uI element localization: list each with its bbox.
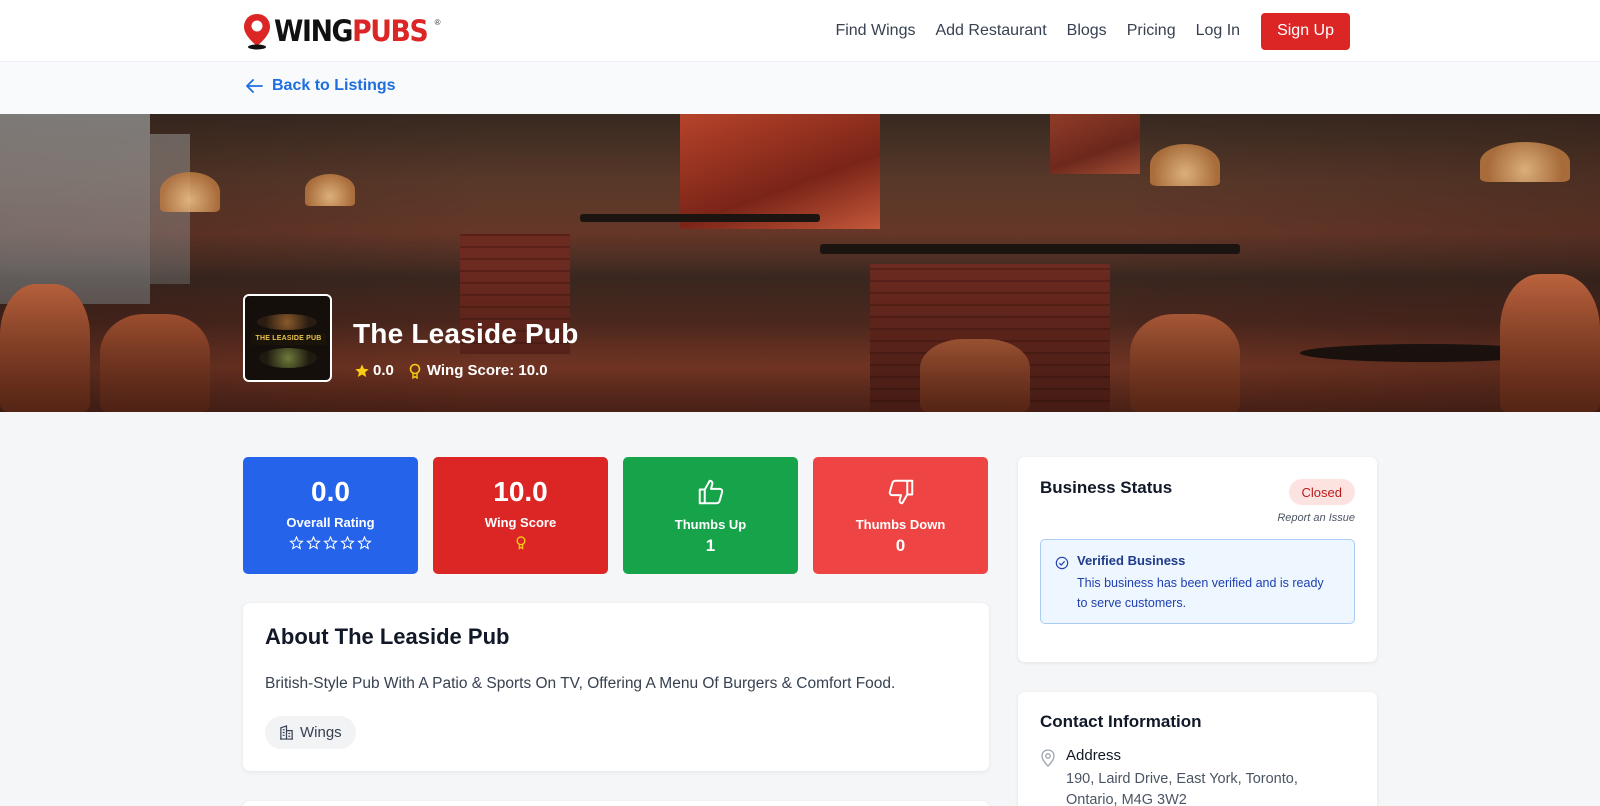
wing-score-award [433,535,608,550]
thumbs-up-count: 1 [705,536,716,555]
status-badge: Closed [1288,479,1355,505]
star-outline-icon [289,535,304,550]
star-icon [355,363,369,377]
hero-rating-value: 0.0 [373,362,394,379]
thumbs-up-card[interactable]: Thumbs Up 1 [623,457,798,574]
nav-find-wings[interactable]: Find Wings [835,22,915,40]
back-to-listings-link[interactable]: Back to Listings [245,77,396,95]
business-status-title: Business Status [1040,478,1173,497]
wing-score-label: Wing Score [484,515,557,530]
next-card [243,801,989,806]
wings-tag-label: Wings [300,724,342,741]
restaurant-logo-text: THE LEASIDE PUB [251,333,326,345]
nav-pricing[interactable]: Pricing [1127,22,1176,40]
thumbs-down-icon [888,479,913,505]
thumbs-down-count: 0 [895,536,906,555]
sign-up-button[interactable]: Sign Up [1261,12,1350,50]
overall-rating-label: Overall Rating [286,515,375,530]
about-card: About The Leaside Pub British-Style Pub … [243,603,989,771]
address-value: 190, Laird Drive, East York, Toronto, On… [1066,771,1298,806]
business-status-card: Business Status Closed Report an Issue V… [1018,457,1377,662]
location-pin-icon [1041,749,1055,767]
wing-score-value: 10.0 [493,476,548,507]
back-link-label: Back to Listings [272,77,396,94]
registered-mark: ® [434,17,441,27]
wingpubs-logo[interactable]: WINGPUBS ® [242,12,441,50]
thumbs-down-label: Thumbs Down [855,517,946,532]
nav-log-in[interactable]: Log In [1196,22,1240,40]
verified-title: Verified Business [1077,553,1186,568]
wings-tag[interactable]: Wings [265,716,356,749]
back-bar: Back to Listings [0,62,1600,114]
verified-business-box: Verified Business This business has been… [1040,539,1355,624]
wing-score-card: 10.0 Wing Score [433,457,608,574]
building-icon [279,725,294,740]
contact-card: Contact Information Address 190, Laird D… [1018,692,1377,806]
address-label: Address [1066,747,1122,764]
main-nav: Find Wings Add Restaurant Blogs Pricing … [815,12,1350,50]
star-outline-icon [323,535,338,550]
award-icon [409,363,421,379]
restaurant-logo-image: THE LEASIDE PUB [243,294,332,382]
hero-banner [0,114,1600,412]
star-outline-icon [340,535,355,550]
thumbs-down-card[interactable]: Thumbs Down 0 [813,457,988,574]
thumbs-up-label: Thumbs Up [674,517,747,532]
map-pin-icon [244,14,270,50]
nav-blogs[interactable]: Blogs [1067,22,1107,40]
arrow-left-icon [246,79,263,93]
rating-stars [243,535,418,551]
about-description: British-Style Pub With A Patio & Sports … [265,675,896,692]
overall-rating-card: 0.0 Overall Rating [243,457,418,574]
restaurant-name: The Leaside Pub [353,318,579,349]
hero-ratings: 0.0 Wing Score: 10.0 [354,362,548,379]
nav-add-restaurant[interactable]: Add Restaurant [935,22,1046,40]
award-icon [515,536,526,550]
hero-wing-score: Wing Score: 10.0 [426,362,548,379]
overall-rating-value: 0.0 [311,476,350,507]
contact-title: Contact Information [1040,712,1202,731]
verified-text: This business has been verified and is r… [1077,576,1324,610]
thumbs-up-icon [698,479,723,505]
check-circle-icon [1055,556,1069,570]
report-issue-link[interactable]: Report an Issue [1277,512,1355,524]
top-navbar: WINGPUBS ® Find Wings Add Restaurant Blo… [0,0,1600,62]
star-outline-icon [306,535,321,550]
logo-wordmark: WINGPUBS [274,14,429,48]
about-title: About The Leaside Pub [265,624,510,649]
star-outline-icon [357,535,372,550]
